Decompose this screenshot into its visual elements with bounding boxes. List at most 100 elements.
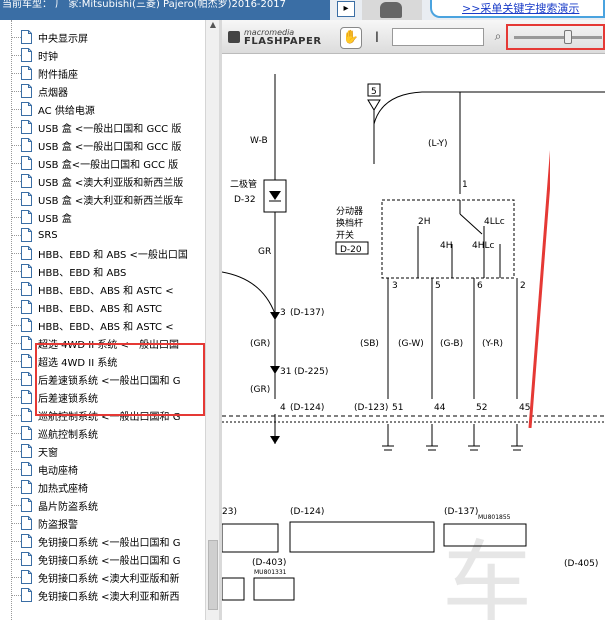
tree-connector: [11, 468, 21, 470]
tree-item[interactable]: 中央显示屏: [11, 28, 88, 46]
tree-connector: [11, 558, 21, 560]
tree-item[interactable]: 免钥接口系统 <澳大利亚版和新: [11, 568, 180, 586]
tree-item-label: SRS: [38, 229, 58, 241]
tree-connector: [11, 270, 21, 272]
document-icon: [21, 66, 32, 80]
wire-gb-label: (G-B): [440, 339, 463, 349]
connector-d403-label: (D-403): [252, 558, 286, 568]
tree-item[interactable]: USB 盒: [11, 208, 72, 226]
transfer-switch-box: [381, 199, 515, 279]
tree-item[interactable]: USB 盒 <一般出口国和 GCC 版: [11, 118, 181, 136]
tree-item-label: 时钟: [38, 51, 58, 63]
tree-item[interactable]: 防盗报警: [11, 514, 78, 532]
pin-45-label: 45: [519, 403, 530, 413]
tree-item[interactable]: 电动座椅: [11, 460, 78, 478]
tree-connector: [11, 54, 21, 56]
tree-item[interactable]: 巡航控制系统: [11, 424, 98, 442]
tree-item[interactable]: USB 盒<一般出口国和 GCC 版: [11, 154, 178, 172]
document-icon: [21, 354, 32, 368]
document-icon: [21, 48, 32, 62]
tree-item[interactable]: SRS: [11, 226, 58, 244]
connector-23-label: 23): [222, 507, 237, 517]
tree-item[interactable]: HBB、EBD 和 ABS: [11, 262, 126, 280]
connector-d405-label: (D-405): [564, 559, 598, 569]
document-icon: [21, 570, 32, 584]
document-icon: [21, 552, 32, 566]
tree-item[interactable]: 免钥接口系统 <一般出口国和 G: [11, 532, 181, 550]
document-icon: [21, 588, 32, 602]
wire-gr-paren-label: (GR): [250, 339, 270, 349]
tree-connector: [11, 594, 21, 596]
document-icon: [21, 30, 32, 44]
tree-item[interactable]: AC 供给电源: [11, 100, 95, 118]
search-icon[interactable]: ⌕: [490, 29, 506, 45]
document-icon: [21, 174, 32, 188]
tree-connector: [11, 342, 21, 344]
hand-tool-icon[interactable]: ✋: [340, 27, 362, 49]
document-icon: [21, 264, 32, 278]
tree-item[interactable]: 免钥接口系统 <澳大利亚和新西: [11, 586, 180, 604]
switch-4hlc-label: 4HLc: [472, 241, 495, 251]
tree-connector: [11, 252, 21, 254]
scroll-up-icon[interactable]: ▲: [207, 20, 219, 32]
banner-figure-image: [362, 0, 422, 20]
document-icon: [21, 426, 32, 440]
document-icon: [21, 318, 32, 332]
connector-d20-label: D-20: [340, 245, 362, 255]
document-icon: [21, 498, 32, 512]
tree-connector: [11, 108, 21, 110]
tree-item[interactable]: USB 盒 <澳大利亚和新西兰版车: [11, 190, 183, 208]
tree-scrollbar-thumb[interactable]: [208, 540, 218, 610]
tree-connector: [11, 90, 21, 92]
pin-3-label: 3: [280, 308, 286, 318]
keyword-search-demo-link[interactable]: >>采单关键字搜索演示: [462, 0, 579, 16]
top-bar: 当前车型： 厂 家:Mitsubishi(三菱) Pajero(帕杰罗)2016…: [0, 0, 605, 20]
tree-item[interactable]: HBB、EBD 和 ABS <一般出口国: [11, 244, 188, 262]
tree-item[interactable]: 晶片防盗系统: [11, 496, 98, 514]
wire-gr-paren2-label: (GR): [250, 385, 270, 395]
tree-item[interactable]: 附件插座: [11, 64, 78, 82]
tree-connector: [11, 396, 21, 398]
switch-4h-label: 4H: [440, 241, 453, 251]
tree-item-label: 防盗报警: [38, 519, 78, 531]
tree-item[interactable]: 免钥接口系统 <一般出口国和 G: [11, 550, 181, 568]
document-icon: [21, 390, 32, 404]
connector-5-arrow: [367, 99, 381, 111]
tree-item[interactable]: 加热式座椅: [11, 478, 88, 496]
tree-connector: [11, 216, 21, 218]
tree-item[interactable]: USB 盒 <澳大利亚版和新西兰版: [11, 172, 183, 190]
wire-gr-label: GR: [258, 247, 271, 257]
tree-item[interactable]: 时钟: [11, 46, 58, 64]
text-select-tool-icon[interactable]: I: [370, 28, 384, 48]
wire-gw-label: (G-W): [398, 339, 424, 349]
tree-connector: [11, 432, 21, 434]
tree-item-label: 电动座椅: [38, 465, 78, 477]
tree-item-label: USB 盒 <一般出口国和 GCC 版: [38, 123, 182, 135]
tree-connector: [11, 144, 21, 146]
document-icon: [21, 300, 32, 314]
tree-item-label: 加热式座椅: [38, 483, 88, 495]
document-icon: [21, 210, 32, 224]
document-icon: [21, 372, 32, 386]
tree-item[interactable]: 点烟器: [11, 82, 68, 100]
connector-d124-label: (D-124): [290, 403, 324, 413]
document-icon: [21, 246, 32, 260]
tree-item-label: AC 供给电源: [38, 105, 95, 117]
switch-title-2: 换档杆: [336, 217, 363, 229]
logo-line-2: FLASHPAPER: [244, 36, 322, 47]
tree-scrollbar[interactable]: ▲: [205, 20, 219, 620]
nav-arrow-button[interactable]: ▸: [337, 1, 355, 17]
tree-item[interactable]: HBB、EBD、ABS 和 ASTC <: [11, 280, 174, 298]
tree-item[interactable]: HBB、EBD、ABS 和 ASTC <: [11, 316, 174, 334]
tree-connector: [11, 198, 21, 200]
search-input[interactable]: [392, 28, 484, 46]
tree-item[interactable]: 天窗: [11, 442, 58, 460]
tree-connector: [11, 450, 21, 452]
tree-item-label: 免钥接口系统 <澳大利亚版和新: [38, 573, 180, 585]
tree-connector: [11, 126, 21, 128]
tree-item[interactable]: USB 盒 <一般出口国和 GCC 版: [11, 136, 181, 154]
tree-connector: [11, 180, 21, 182]
tree-item-label: 免钥接口系统 <一般出口国和 G: [38, 537, 181, 549]
tree-item[interactable]: HBB、EBD、ABS 和 ASTC: [11, 298, 162, 316]
tree-item-label: 晶片防盗系统: [38, 501, 98, 513]
